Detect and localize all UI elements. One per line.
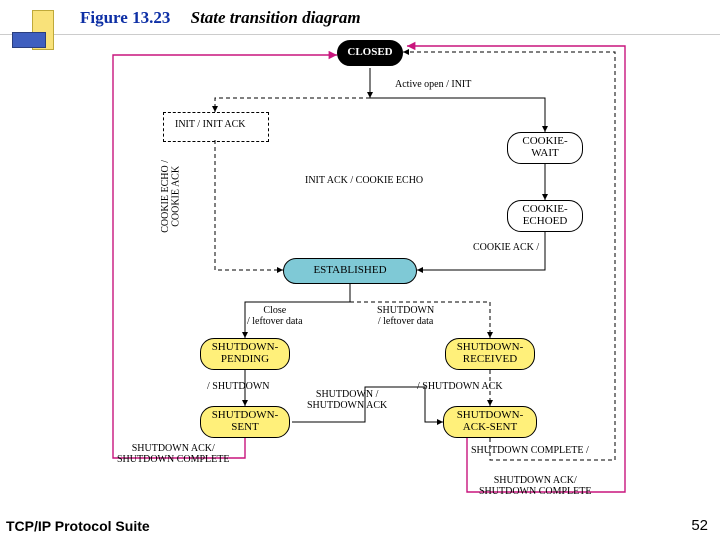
page-number: 52: [691, 517, 708, 534]
state-shutdown-sent: SHUTDOWN- SENT: [200, 406, 290, 438]
label-active-open: Active open / INIT: [395, 80, 471, 91]
state-cookie-echoed: COOKIE- ECHOED: [507, 200, 583, 232]
label-shutdown-leftover: SHUTDOWN / leftover data: [377, 306, 434, 327]
label-initack-cookieecho: INIT ACK / COOKIE ECHO: [305, 176, 423, 187]
label-shutdown-over-ack: SHUTDOWN / SHUTDOWN ACK: [307, 390, 387, 411]
state-shutdown-pending: SHUTDOWN- PENDING: [200, 338, 290, 370]
footer-text: TCP/IP Protocol Suite: [6, 518, 150, 534]
state-shutdown-ack-sent: SHUTDOWN- ACK-SENT: [443, 406, 537, 438]
label-shutdown-complete: SHUTDOWN COMPLETE /: [471, 446, 589, 457]
figure-number: Figure 13.23: [80, 8, 170, 27]
state-transition-diagram: CLOSED COOKIE- WAIT COOKIE- ECHOED ESTAB…: [95, 40, 635, 510]
label-close-leftover: Close / leftover data: [247, 306, 303, 327]
label-slash-shutdown-ack: / SHUTDOWN ACK: [417, 382, 503, 393]
figure-heading: Figure 13.23 State transition diagram: [80, 8, 361, 28]
state-cookie-wait: COOKIE- WAIT: [507, 132, 583, 164]
label-slash-shutdown: / SHUTDOWN: [207, 382, 270, 393]
state-closed: CLOSED: [337, 40, 403, 66]
label-cookie-echo-ack: COOKIE ECHO / COOKIE ACK: [161, 160, 182, 233]
label-shutdown-ack-complete2: SHUTDOWN ACK/ SHUTDOWN COMPLETE: [479, 476, 592, 497]
label-cookie-ack: COOKIE ACK /: [473, 243, 539, 254]
figure-title: State transition diagram: [191, 8, 361, 27]
state-established: ESTABLISHED: [283, 258, 417, 284]
label-shutdown-ack-complete: SHUTDOWN ACK/ SHUTDOWN COMPLETE: [117, 444, 230, 465]
state-shutdown-received: SHUTDOWN- RECEIVED: [445, 338, 535, 370]
label-init-initack: INIT / INIT ACK: [175, 120, 245, 131]
